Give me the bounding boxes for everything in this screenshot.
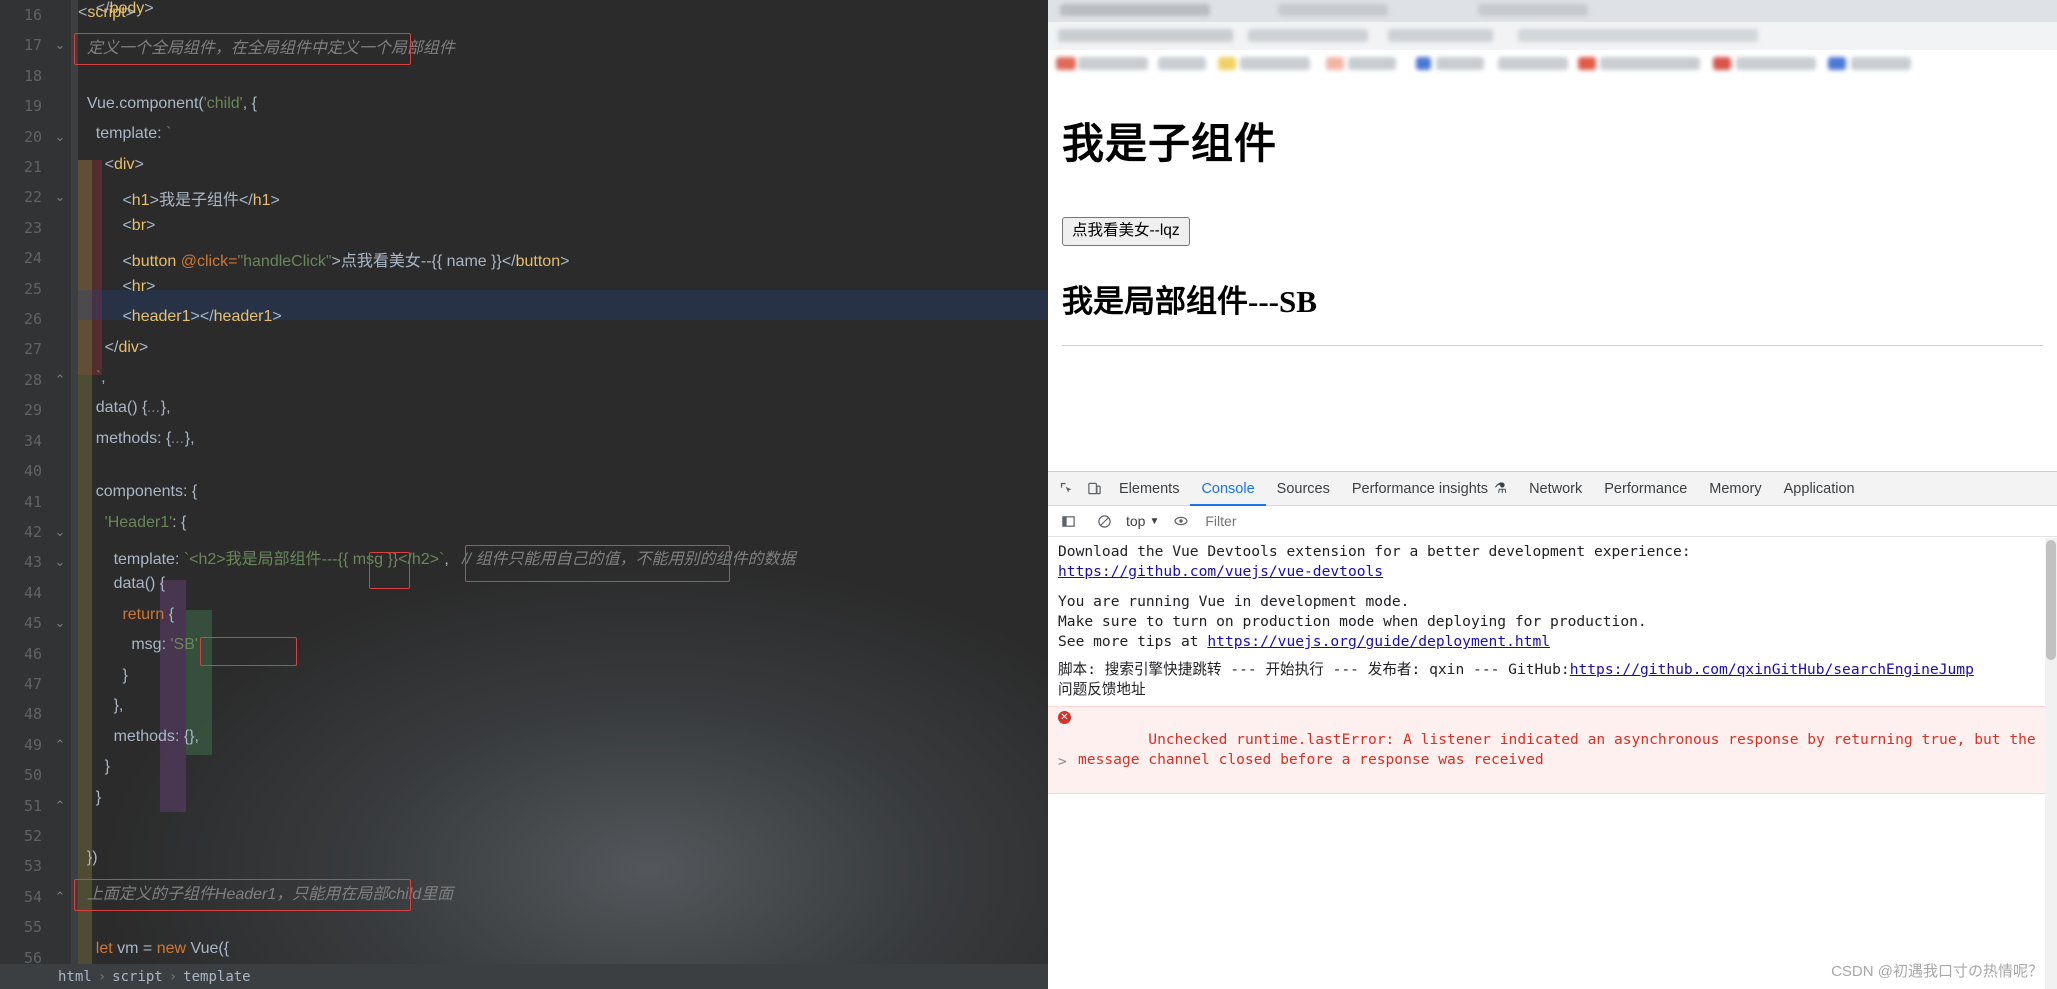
browser-window[interactable]: 我是子组件 点我看美女--lqz 我是局部组件---SB Elements Co…	[1048, 0, 2057, 989]
devtools-panel[interactable]: Elements Console Sources Performance ins…	[1048, 471, 2057, 989]
console-filter-input[interactable]	[1203, 512, 1404, 530]
tab-performance-insights-label: Performance insights	[1351, 480, 1489, 497]
blurred-bookmarks-bar	[1048, 50, 2057, 76]
code-editor[interactable]: 16 17 18 19 20 21 22 23 24 25 26 27 28 29 34 40 …	[0, 0, 1048, 989]
annotation-box-comment-right	[465, 545, 730, 582]
console-sidebar-icon[interactable]	[1054, 508, 1082, 534]
console-message-text: Download the Vue Devtools extension for …	[1058, 543, 1691, 560]
console-message: https://github.com/vuejs/vue-devtools	[1048, 562, 1391, 583]
annotation-box-msg-value	[200, 637, 297, 666]
console-scrollbar[interactable]	[2045, 538, 2057, 989]
live-expression-eye-icon[interactable]	[1167, 508, 1195, 534]
breadcrumb-script[interactable]: script	[112, 969, 163, 985]
breadcrumb-separator-icon: ›	[97, 968, 107, 985]
breadcrumb-html[interactable]: html	[58, 969, 92, 985]
watermark: CSDN @初遇我口寸の热情呢？	[1831, 963, 2043, 980]
experiment-flask-icon: ⚗	[1494, 480, 1508, 497]
fold-marker-icon: ⌄	[54, 189, 66, 205]
vue-deployment-link[interactable]: https://vuejs.org/guide/deployment.html	[1207, 633, 1550, 650]
console-message-text: Make sure to turn on production mode whe…	[1058, 613, 1647, 630]
annotation-box-header1-comment	[74, 879, 411, 911]
vue-devtools-link[interactable]: https://github.com/vuejs/vue-devtools	[1058, 563, 1383, 580]
tab-performance-insights[interactable]: Performance insights ⚗	[1341, 472, 1518, 506]
editor-change-markers	[71, 0, 78, 989]
console-message-text: You are running Vue in development mode.	[1058, 593, 1410, 610]
tab-performance[interactable]: Performance	[1593, 472, 1698, 506]
devtools-tabbar[interactable]: Elements Console Sources Performance ins…	[1048, 472, 2057, 506]
editor-code-lines[interactable]: </body> <script> 定义一个全局组件，在全局组件中定义一个局部组件…	[78, 0, 1048, 989]
tab-elements[interactable]: Elements	[1108, 472, 1190, 506]
fold-marker-icon: ⌄	[54, 37, 66, 53]
rendered-vue-app: 我是子组件 点我看美女--lqz 我是局部组件---SB	[1048, 110, 2057, 346]
tab-console[interactable]: Console	[1190, 472, 1265, 506]
child-component-heading: 我是子组件	[1062, 122, 1278, 168]
editor-fold-column[interactable]: ⌄ ⌄ ⌄ ⌃ ⌄ ⌄ ⌄ ⌃ ⌃ ⌃	[49, 0, 71, 989]
search-engine-jump-link[interactable]: https://github.com/qxinGitHub/searchEngi…	[1570, 661, 1974, 678]
fold-marker-icon: ⌄	[54, 554, 66, 570]
console-toolbar[interactable]: top ▼	[1048, 506, 2057, 537]
annotation-box-global-comment	[74, 33, 411, 65]
console-error-message: ✕ Unchecked runtime.lastError: A listener…	[1048, 706, 2057, 794]
fold-marker-icon: ⌄	[54, 615, 66, 631]
execution-context-selector[interactable]: top ▼	[1126, 513, 1159, 529]
fold-marker-icon: ⌄	[54, 128, 66, 144]
local-component-subheading: 我是局部组件---SB	[1062, 283, 1317, 319]
tab-sources[interactable]: Sources	[1266, 472, 1341, 506]
annotation-box-msg-token	[369, 552, 410, 589]
tab-memory[interactable]: Memory	[1698, 472, 1772, 506]
page-divider	[1062, 344, 2043, 346]
fold-marker-icon: ⌃	[54, 736, 66, 752]
console-message: Download the Vue Devtools extension for …	[1048, 542, 1699, 563]
console-message: 问题反馈地址	[1048, 680, 1154, 701]
browser-page-viewport[interactable]: 我是子组件 点我看美女--lqz 我是局部组件---SB	[1048, 0, 2057, 471]
chevron-down-icon: ▼	[1149, 515, 1160, 527]
breadcrumb-separator-icon: ›	[168, 968, 178, 985]
console-scrollbar-thumb[interactable]	[2046, 540, 2056, 660]
blurred-tab-strip	[1048, 0, 2057, 22]
console-message: 脚本: 搜索引擎快捷跳转 --- 开始执行 --- 发布者: qxin --- …	[1048, 660, 1982, 681]
breadcrumb-template[interactable]: template	[183, 969, 250, 985]
fold-marker-icon: ⌃	[54, 371, 66, 387]
inspect-element-icon[interactable]	[1052, 476, 1080, 502]
error-icon: ✕	[1058, 711, 1071, 724]
editor-line-number-gutter: 16 17 18 19 20 21 22 23 24 25 26 27 28 29 34 40 …	[0, 0, 49, 989]
console-message: See more tips at https://vuejs.org/guide…	[1048, 632, 1558, 653]
fold-marker-icon: ⌄	[54, 523, 66, 539]
console-error-text: Unchecked runtime.lastError: A listener …	[1078, 730, 2045, 769]
console-message-text: See more tips at	[1058, 633, 1208, 650]
fold-marker-icon: ⌃	[54, 797, 66, 813]
console-message-text: 问题反馈地址	[1058, 681, 1146, 698]
blurred-address-bar	[1048, 22, 2057, 50]
console-prompt[interactable]: >	[1048, 752, 1067, 773]
tab-network[interactable]: Network	[1518, 472, 1593, 506]
breadcrumb[interactable]: html › script › template	[0, 964, 1048, 989]
tab-application[interactable]: Application	[1773, 472, 1866, 506]
clear-console-icon[interactable]	[1090, 508, 1118, 534]
execution-context-label: top	[1126, 513, 1146, 529]
console-output[interactable]: Download the Vue Devtools extension for …	[1048, 538, 2057, 989]
console-message-text: 脚本: 搜索引擎快捷跳转 --- 开始执行 --- 发布者: qxin --- …	[1058, 661, 1570, 678]
console-prompt-caret: >	[1058, 753, 1067, 770]
console-message: Make sure to turn on production mode whe…	[1048, 612, 1655, 633]
console-message: You are running Vue in development mode.	[1048, 592, 1417, 613]
fold-marker-icon: ⌃	[54, 888, 66, 904]
look-at-beauty-button[interactable]: 点我看美女--lqz	[1062, 217, 1190, 246]
device-toolbar-icon[interactable]	[1080, 476, 1108, 502]
